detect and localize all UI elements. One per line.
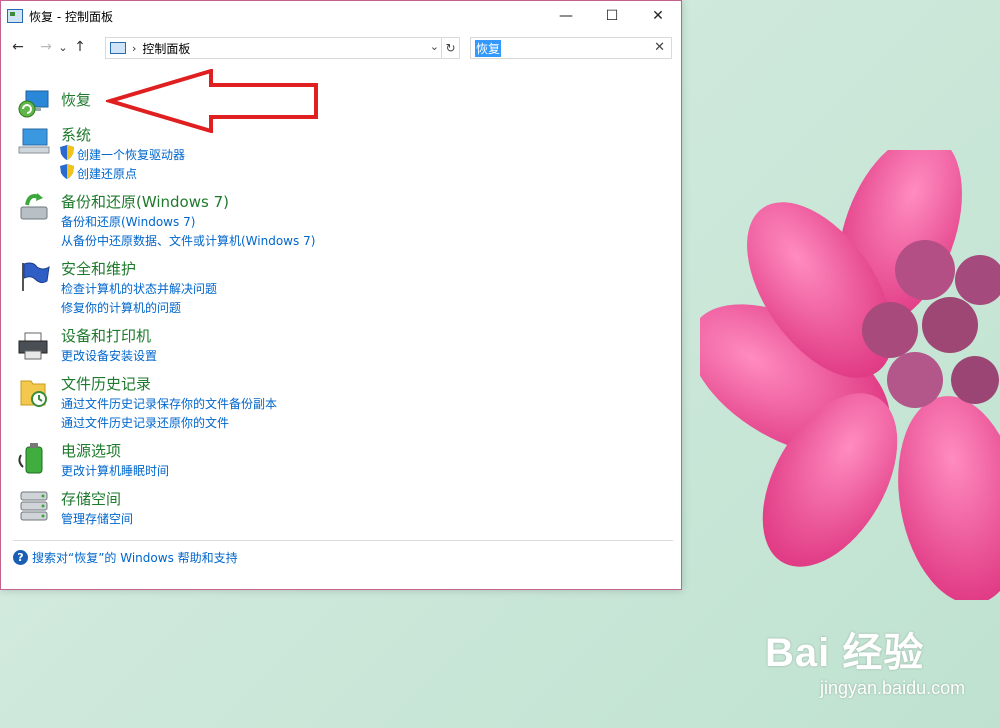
printer-icon <box>18 332 48 360</box>
close-button[interactable]: ✕ <box>635 1 681 31</box>
minimize-button[interactable]: — <box>543 1 589 31</box>
result-link[interactable]: 通过文件历史记录保存你的文件备份副本 <box>61 395 277 412</box>
result-title[interactable]: 存储空间 <box>61 488 121 509</box>
result-link[interactable]: 更改计算机睡眠时间 <box>61 462 169 479</box>
divider <box>13 540 673 541</box>
breadcrumb-separator: › <box>132 41 137 55</box>
result-link[interactable]: 更改设备安装设置 <box>61 347 157 364</box>
clear-search-icon[interactable]: ✕ <box>654 40 665 55</box>
recent-locations-button[interactable]: ⌄ <box>57 36 69 58</box>
result-link[interactable]: 检查计算机的状态并解决问题 <box>61 280 217 297</box>
search-input[interactable]: 恢复 ✕ <box>470 37 672 59</box>
uac-shield-icon <box>60 164 74 179</box>
backup-restore-icon <box>20 193 48 220</box>
maximize-button[interactable]: ☐ <box>589 1 635 31</box>
result-title[interactable]: 电源选项 <box>61 440 121 461</box>
file-history-icon <box>20 380 47 407</box>
breadcrumb-control-panel[interactable]: 控制面板 <box>142 40 190 57</box>
watermark-logo-text: Bai 经验 <box>765 631 925 675</box>
address-bar[interactable]: › 控制面板 ⌄ <box>105 37 442 59</box>
recovery-icon <box>18 90 49 118</box>
result-link[interactable]: 备份和还原(Windows 7) <box>61 213 195 230</box>
power-options-icon <box>18 443 43 474</box>
help-icon: ? <box>13 550 28 565</box>
navigation-bar: ← → ⌄ ↑ › 控制面板 ⌄ ↻ 恢复 ✕ <box>1 31 681 63</box>
title-bar[interactable]: 恢复 - 控制面板 — ☐ ✕ <box>1 1 681 31</box>
up-button[interactable]: ↑ <box>69 36 91 58</box>
search-query[interactable]: 恢复 <box>475 39 502 57</box>
back-button[interactable]: ← <box>7 36 29 58</box>
control-panel-icon <box>110 42 126 54</box>
baidu-jingyan-watermark: Bai 经验 jingyan.baidu.com <box>765 620 965 699</box>
help-link[interactable]: ? 搜索对“恢复”的 Windows 帮助和支持 <box>13 549 238 566</box>
help-text[interactable]: 搜索对“恢复”的 Windows 帮助和支持 <box>32 549 238 566</box>
result-title[interactable]: 设备和打印机 <box>61 325 151 346</box>
result-title[interactable]: 安全和维护 <box>61 258 136 279</box>
result-link[interactable]: 管理存储空间 <box>61 510 133 527</box>
result-title[interactable]: 备份和还原(Windows 7) <box>61 191 229 212</box>
security-flag-icon <box>22 262 50 291</box>
result-title[interactable]: 恢复 <box>61 89 91 110</box>
window-title: 恢复 - 控制面板 <box>29 9 113 24</box>
control-panel-icon <box>7 9 23 23</box>
red-arrow-annotation <box>106 69 318 133</box>
result-link[interactable]: 从备份中还原数据、文件或计算机(Windows 7) <box>61 232 315 249</box>
refresh-button[interactable]: ↻ <box>442 37 460 59</box>
forward-button[interactable]: → <box>35 36 57 58</box>
result-link[interactable]: 通过文件历史记录还原你的文件 <box>61 414 229 431</box>
result-link[interactable]: 创建一个恢复驱动器 <box>77 146 185 163</box>
system-icon <box>18 128 50 154</box>
storage-spaces-icon <box>20 491 48 521</box>
flower-wallpaper-image <box>700 150 1000 600</box>
uac-shield-icon <box>60 145 74 160</box>
chevron-down-icon[interactable]: ⌄ <box>430 40 439 53</box>
watermark-url: jingyan.baidu.com <box>820 678 966 698</box>
result-link[interactable]: 创建还原点 <box>77 165 137 182</box>
result-title[interactable]: 系统 <box>61 124 91 145</box>
result-title[interactable]: 文件历史记录 <box>61 373 151 394</box>
result-link[interactable]: 修复你的计算机的问题 <box>61 299 181 316</box>
control-panel-window: 恢复 - 控制面板 — ☐ ✕ ← → ⌄ ↑ › 控制面板 ⌄ ↻ 恢复 ✕ <box>0 0 682 590</box>
